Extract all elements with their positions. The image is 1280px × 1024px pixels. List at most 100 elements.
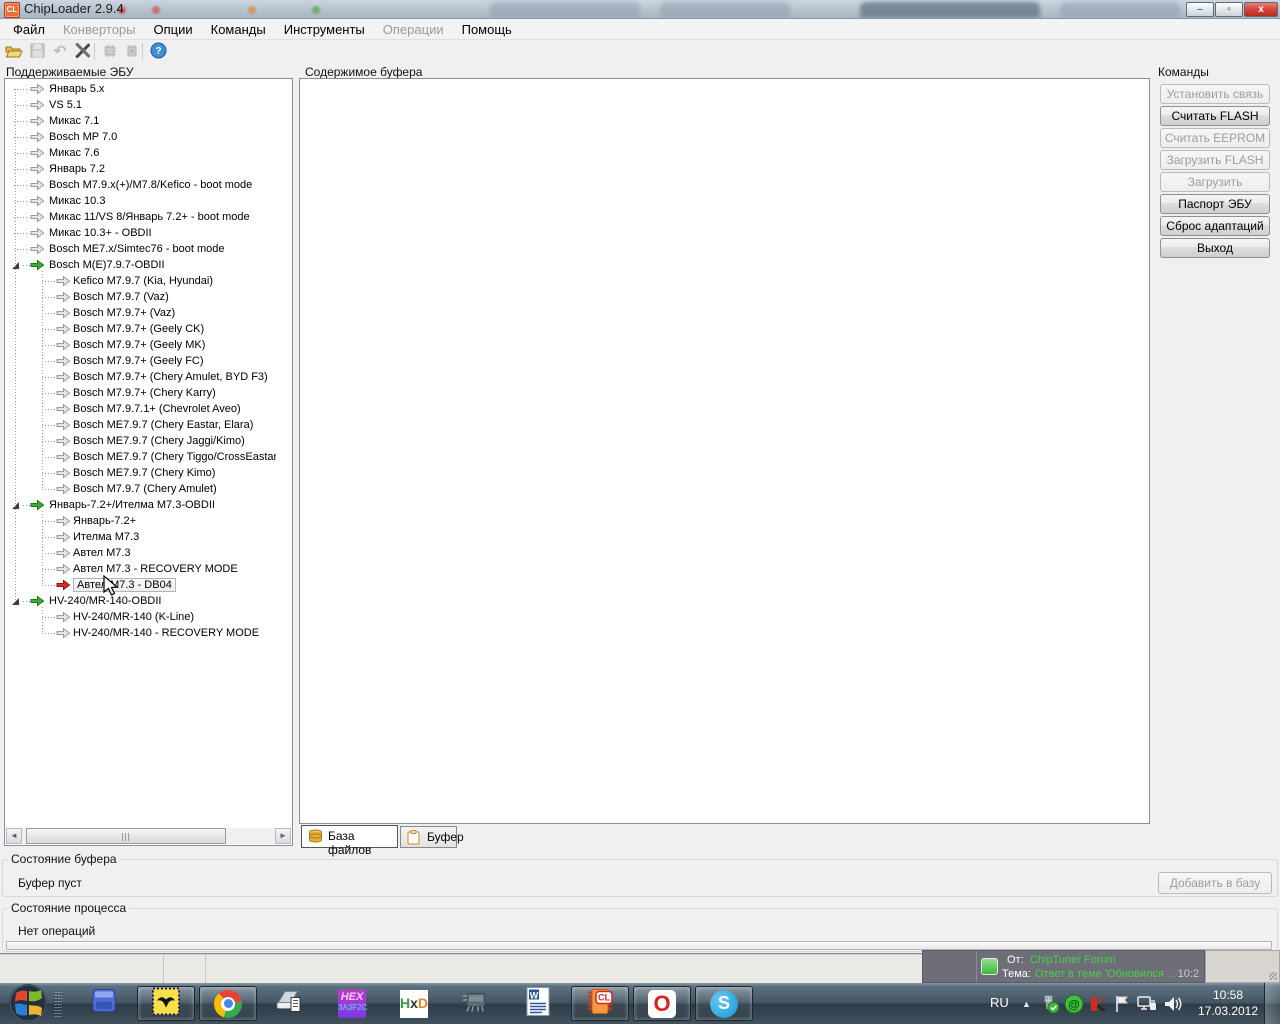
taskbar-app-scanner[interactable]	[261, 986, 319, 1021]
tree-item[interactable]: Микас 10.3	[6, 193, 276, 209]
tree-item[interactable]: Bosch M7.9.7 (Vaz)	[6, 289, 276, 305]
tree-connector	[14, 217, 29, 218]
tree-item[interactable]: VS 5.1	[6, 97, 276, 113]
open-file-icon[interactable]	[4, 42, 24, 62]
tree-item[interactable]: Bosch M7.9.7+ (Geely FC)	[6, 353, 276, 369]
tree-item[interactable]: Январь-7.2+	[6, 513, 276, 529]
resize-grip[interactable]	[1269, 972, 1277, 980]
tree-item[interactable]: Микас 7.6	[6, 145, 276, 161]
load-flash-button[interactable]: Загрузить FLASH	[1160, 150, 1270, 170]
tree-item[interactable]: Bosch M7.9.7+ (Chery Amulet, BYD F3)	[6, 369, 276, 385]
tree-item-label: Bosch M7.9.7+ (Geely FC)	[73, 355, 204, 367]
menu-item-converters[interactable]: Конверторы	[54, 19, 145, 40]
tree-item[interactable]: Bosch M7.9.7.1+ (Chevrolet Aveo)	[6, 401, 276, 417]
title-bar[interactable]: CL ChipLoader 2.9.4 – ▫ x	[0, 0, 1280, 19]
tree-item[interactable]: Ителма M7.3	[6, 529, 276, 545]
tree-item[interactable]: Bosch M7.9.7+ (Chery Karry)	[6, 385, 276, 401]
popup-subject-link[interactable]: Ответ в теме 'Обновился ...	[1035, 968, 1176, 980]
buffer-state-text: Буфер пуст	[18, 876, 82, 890]
tree-item[interactable]: Bosch M7.9.x(+)/M7.8/Kefico - boot mode	[6, 177, 276, 193]
horizontal-scrollbar[interactable]: ◄ ►	[6, 828, 291, 844]
tree-item[interactable]: Bosch ME7.9.7 (Chery Tiggo/CrossEastar/F…	[6, 449, 276, 465]
exit-button[interactable]: Выход	[1160, 238, 1270, 258]
taskbar-app-hex-editor[interactable]: HEX3A3F2C	[323, 986, 381, 1021]
usb-device-icon[interactable]	[1040, 994, 1060, 1014]
taskbar-app-the-bat[interactable]	[137, 986, 195, 1021]
background-favicon	[152, 6, 160, 14]
svg-text:CL: CL	[598, 992, 610, 1002]
read-flash-button[interactable]: Считать FLASH	[1160, 106, 1270, 126]
tree-item[interactable]: Bosch M(E)7.9.7-OBDII	[6, 257, 276, 273]
icq-icon[interactable]: @	[1064, 994, 1084, 1014]
taskbar-app-chiploader[interactable]: CL	[571, 986, 629, 1021]
tree-item[interactable]: HV-240/MR-140 (K-Line)	[6, 609, 276, 625]
tree-item[interactable]: Микас 10.3+ - OBDII	[6, 225, 276, 241]
scrollbar-thumb[interactable]	[26, 828, 226, 844]
menu-item-options[interactable]: Опции	[145, 19, 202, 40]
taskbar-clock[interactable]: 10:58 17.03.2012	[1196, 987, 1260, 1019]
taskbar-app-hxd-editor[interactable]: HxD	[385, 986, 443, 1021]
tree-connector	[14, 169, 29, 170]
menu-item-tools[interactable]: Инструменты	[275, 19, 374, 40]
scroll-left-arrow[interactable]: ◄	[6, 828, 22, 844]
taskbar-app-word[interactable]: W	[509, 986, 567, 1021]
mail-notification-popup[interactable]: От: ChipTuner Forum Тема: Ответ в теме '…	[922, 950, 1205, 983]
menu-item-file[interactable]: Файл	[4, 19, 54, 40]
tree-panel-title: Поддерживаемые ЭБУ	[6, 65, 133, 79]
tree-item[interactable]: Автел M7.3 - RECOVERY MODE	[6, 561, 276, 577]
tree-item[interactable]: HV-240/MR-140-OBDII	[6, 593, 276, 609]
tree-item[interactable]: Январь 5.x	[6, 81, 276, 97]
ecu-passport-button[interactable]: Паспорт ЭБУ	[1160, 194, 1270, 214]
tree-item[interactable]: Bosch ME7.9.7 (Chery Kimo)	[6, 465, 276, 481]
help-icon[interactable]: ?	[148, 42, 168, 62]
tree-item[interactable]: Bosch M7.9.7+ (Geely MK)	[6, 337, 276, 353]
menu-item-operations[interactable]: Операции	[374, 19, 453, 40]
tree-connector	[14, 105, 29, 106]
tree-item[interactable]: Автел M7.3	[6, 545, 276, 561]
tree-item[interactable]: HV-240/MR-140 - RECOVERY MODE	[6, 625, 276, 641]
tree-item[interactable]: Январь 7.2	[6, 161, 276, 177]
tree-item[interactable]: Микас 7.1	[6, 113, 276, 129]
taskbar-app-computer[interactable]	[75, 986, 133, 1021]
show-desktop-button[interactable]	[1264, 983, 1280, 1024]
menu-item-help[interactable]: Помощь	[453, 19, 521, 40]
tree-item[interactable]: Автел M7.3 - DB04	[6, 577, 276, 593]
add-to-base-button[interactable]: Добавить в базу	[1158, 872, 1272, 894]
tree-item[interactable]: Bosch ME7.9.7 (Chery Jaggi/Kimo)	[6, 433, 276, 449]
taskbar-app-skype[interactable]: S	[695, 986, 753, 1021]
tree-item[interactable]: Bosch MP 7.0	[6, 129, 276, 145]
network-icon[interactable]	[1136, 994, 1156, 1014]
tree-item[interactable]: Bosch ME7.9.7 (Chery Eastar, Elara)	[6, 417, 276, 433]
tab-file-base[interactable]: База файлов	[301, 825, 398, 848]
menu-item-commands[interactable]: Команды	[202, 19, 275, 40]
load-eeprom-button[interactable]: Загрузить EEPROM	[1160, 172, 1270, 192]
kaspersky-icon[interactable]	[1088, 994, 1108, 1014]
maximize-button[interactable]: ▫	[1215, 2, 1243, 17]
scroll-right-arrow[interactable]: ►	[275, 828, 291, 844]
tree-item[interactable]: Kefico M7.9.7 (Kia, Hyundai)	[6, 273, 276, 289]
tree-item[interactable]: Bosch M7.9.7+ (Geely CK)	[6, 321, 276, 337]
taskbar-app-chip-programmer[interactable]	[447, 986, 505, 1021]
tree-item[interactable]: Bosch M7.9.7+ (Vaz)	[6, 305, 276, 321]
tree-item[interactable]: Bosch M7.9.7 (Chery Amulet)	[6, 481, 276, 497]
tree-item[interactable]: Микас 11/VS 8/Январь 7.2+ - boot mode	[6, 209, 276, 225]
close-button[interactable]: x	[1244, 2, 1278, 17]
taskbar-app-opera[interactable]: O	[633, 986, 691, 1021]
tree-item[interactable]: Январь-7.2+/Ителма M7.3-OBDII	[6, 497, 276, 513]
connect-button[interactable]: Установить связь	[1160, 84, 1270, 104]
minimize-button[interactable]: –	[1186, 2, 1214, 17]
popup-time: 10:2	[1178, 968, 1199, 980]
reset-adaptations-button[interactable]: Сброс адаптаций	[1160, 216, 1270, 236]
language-indicator[interactable]: RU	[990, 995, 1009, 1010]
tools-icon[interactable]	[72, 42, 92, 62]
tree-item-label: Bosch M7.9.x(+)/M7.8/Kefico - boot mode	[49, 179, 252, 191]
tree-item[interactable]: Bosch ME7.x/Simtec76 - boot mode	[6, 241, 276, 257]
action-center-flag-icon[interactable]	[1112, 994, 1132, 1014]
tab-buffer[interactable]: Буфер	[400, 826, 457, 848]
read-eeprom-button[interactable]: Считать EEPROM	[1160, 128, 1270, 148]
volume-icon[interactable]	[1162, 994, 1182, 1014]
hidden-icons-arrow[interactable]: ▲	[1022, 999, 1031, 1009]
popup-from-link[interactable]: ChipTuner Forum	[1030, 954, 1116, 966]
start-button[interactable]	[8, 983, 49, 1024]
taskbar-app-chrome[interactable]	[199, 986, 257, 1021]
